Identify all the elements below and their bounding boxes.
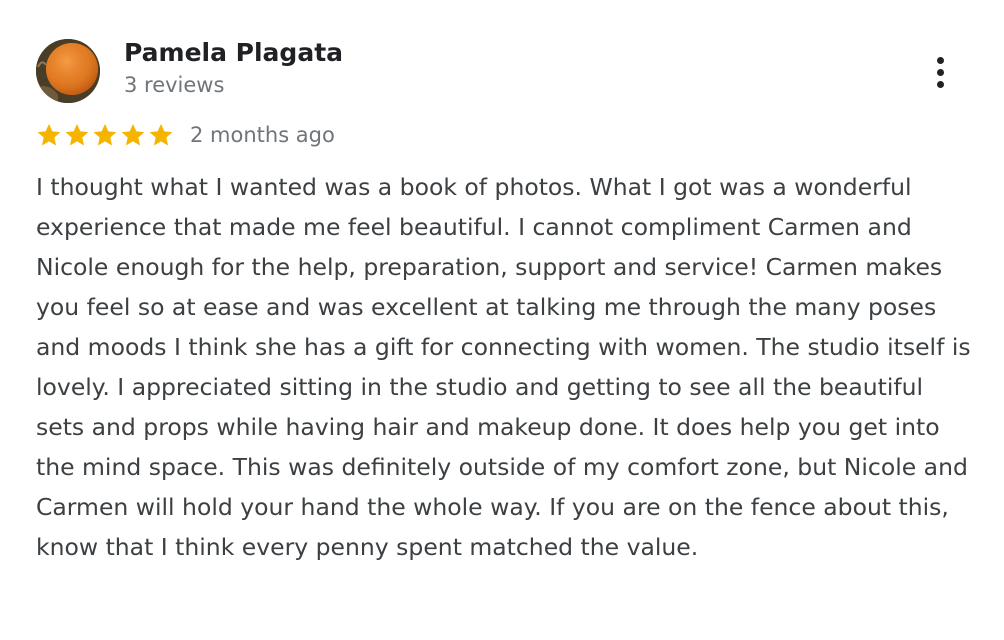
more-options-button[interactable]	[924, 50, 956, 94]
review-card: Pamela Plagata 3 reviews 2 months ago I …	[0, 0, 1004, 640]
reviewer-avatar[interactable]	[36, 39, 100, 103]
reviewer-review-count[interactable]: 3 reviews	[124, 73, 224, 97]
more-vert-icon-dot	[936, 68, 944, 76]
reviewer-name[interactable]: Pamela Plagata	[124, 38, 343, 67]
star-icon	[65, 123, 89, 146]
star-rating	[36, 122, 176, 148]
star-icon	[37, 123, 61, 146]
orange-fruit-icon	[36, 39, 100, 103]
more-vert-icon	[936, 56, 944, 64]
rating-row: 2 months ago	[36, 119, 335, 151]
more-vert-icon-dot	[936, 80, 944, 88]
star-icon	[93, 123, 117, 146]
star-icon	[121, 123, 145, 146]
star-icon	[149, 123, 173, 146]
review-text: I thought what I wanted was a book of ph…	[36, 173, 971, 561]
review-date: 2 months ago	[190, 123, 335, 147]
